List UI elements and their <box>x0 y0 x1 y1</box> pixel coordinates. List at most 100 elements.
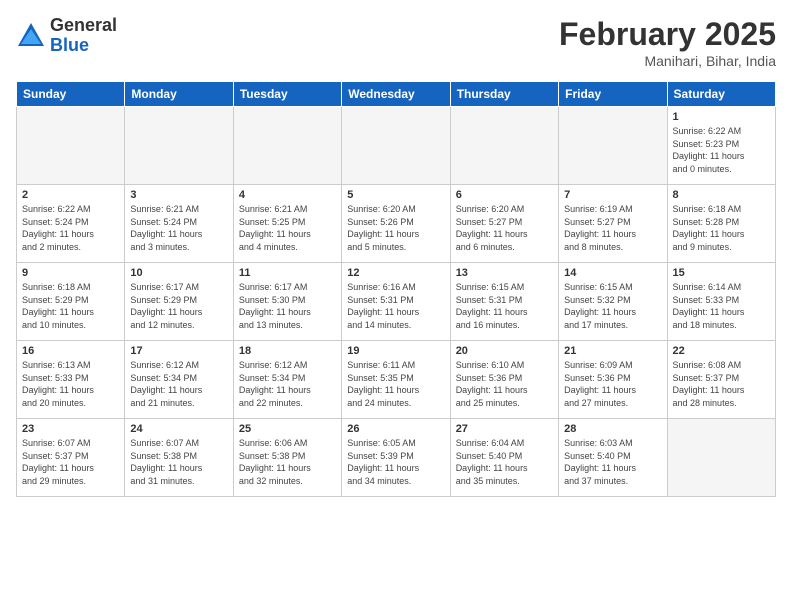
day-info: Sunrise: 6:21 AM Sunset: 5:24 PM Dayligh… <box>130 203 227 253</box>
table-row: 9 Sunrise: 6:18 AM Sunset: 5:29 PM Daylig… <box>17 263 125 341</box>
day-info: Sunrise: 6:16 AM Sunset: 5:31 PM Dayligh… <box>347 281 444 331</box>
logo: General Blue <box>16 16 117 56</box>
header-monday: Monday <box>125 82 233 107</box>
day-info: Sunrise: 6:12 AM Sunset: 5:34 PM Dayligh… <box>239 359 336 409</box>
day-info: Sunrise: 6:22 AM Sunset: 5:23 PM Dayligh… <box>673 125 770 175</box>
table-row <box>17 107 125 185</box>
day-number: 2 <box>22 189 119 201</box>
day-info: Sunrise: 6:18 AM Sunset: 5:29 PM Dayligh… <box>22 281 119 331</box>
day-number: 9 <box>22 267 119 279</box>
day-number: 25 <box>239 423 336 435</box>
table-row: 27 Sunrise: 6:04 AM Sunset: 5:40 PM Dayli… <box>450 419 558 497</box>
day-number: 23 <box>22 423 119 435</box>
table-row: 2 Sunrise: 6:22 AM Sunset: 5:24 PM Daylig… <box>17 185 125 263</box>
table-row: 4 Sunrise: 6:21 AM Sunset: 5:25 PM Daylig… <box>233 185 341 263</box>
calendar-week-row: 16 Sunrise: 6:13 AM Sunset: 5:33 PM Dayli… <box>17 341 776 419</box>
logo-icon <box>16 21 46 51</box>
day-info: Sunrise: 6:22 AM Sunset: 5:24 PM Dayligh… <box>22 203 119 253</box>
day-number: 16 <box>22 345 119 357</box>
table-row: 15Sunrise: 6:14 AM Sunset: 5:33 PM Dayli… <box>667 263 775 341</box>
day-info: Sunrise: 6:19 AM Sunset: 5:27 PM Dayligh… <box>564 203 661 253</box>
day-number: 27 <box>456 423 553 435</box>
table-row: 21 Sunrise: 6:09 AM Sunset: 5:36 PM Dayli… <box>559 341 667 419</box>
header-saturday: Saturday <box>667 82 775 107</box>
table-row: 5 Sunrise: 6:20 AM Sunset: 5:26 PM Daylig… <box>342 185 450 263</box>
day-number: 10 <box>130 267 227 279</box>
month-title: February 2025 <box>559 16 776 53</box>
calendar-page: General Blue February 2025 Manihari, Bih… <box>0 0 792 612</box>
day-number: 19 <box>347 345 444 357</box>
table-row: 28 Sunrise: 6:03 AM Sunset: 5:40 PM Dayli… <box>559 419 667 497</box>
table-row: 25 Sunrise: 6:06 AM Sunset: 5:38 PM Dayli… <box>233 419 341 497</box>
table-row: 16 Sunrise: 6:13 AM Sunset: 5:33 PM Dayli… <box>17 341 125 419</box>
table-row: 24 Sunrise: 6:07 AM Sunset: 5:38 PM Dayli… <box>125 419 233 497</box>
calendar-week-row: 1 Sunrise: 6:22 AM Sunset: 5:23 PM Daylig… <box>17 107 776 185</box>
day-info: Sunrise: 6:15 AM Sunset: 5:32 PM Dayligh… <box>564 281 661 331</box>
calendar-week-row: 23 Sunrise: 6:07 AM Sunset: 5:37 PM Dayli… <box>17 419 776 497</box>
day-number: 3 <box>130 189 227 201</box>
day-info: Sunrise: 6:17 AM Sunset: 5:30 PM Dayligh… <box>239 281 336 331</box>
day-number: 14 <box>564 267 661 279</box>
table-row: 6Sunrise: 6:20 AM Sunset: 5:27 PM Daylig… <box>450 185 558 263</box>
day-number: 15 <box>673 267 770 279</box>
title-block: February 2025 Manihari, Bihar, India <box>559 16 776 69</box>
day-info: Sunrise: 6:08 AM Sunset: 5:37 PM Dayligh… <box>673 359 770 409</box>
day-number: 24 <box>130 423 227 435</box>
table-row: 20 Sunrise: 6:10 AM Sunset: 5:36 PM Dayli… <box>450 341 558 419</box>
table-row: 7 Sunrise: 6:19 AM Sunset: 5:27 PM Daylig… <box>559 185 667 263</box>
location: Manihari, Bihar, India <box>559 53 776 69</box>
day-info: Sunrise: 6:12 AM Sunset: 5:34 PM Dayligh… <box>130 359 227 409</box>
day-number: 18 <box>239 345 336 357</box>
table-row <box>342 107 450 185</box>
day-number: 8 <box>673 189 770 201</box>
day-info: Sunrise: 6:04 AM Sunset: 5:40 PM Dayligh… <box>456 437 553 487</box>
day-info: Sunrise: 6:06 AM Sunset: 5:38 PM Dayligh… <box>239 437 336 487</box>
table-row <box>125 107 233 185</box>
logo-general: General <box>50 16 117 36</box>
table-row: 14 Sunrise: 6:15 AM Sunset: 5:32 PM Dayli… <box>559 263 667 341</box>
day-info: Sunrise: 6:17 AM Sunset: 5:29 PM Dayligh… <box>130 281 227 331</box>
day-info: Sunrise: 6:10 AM Sunset: 5:36 PM Dayligh… <box>456 359 553 409</box>
header-thursday: Thursday <box>450 82 558 107</box>
day-info: Sunrise: 6:03 AM Sunset: 5:40 PM Dayligh… <box>564 437 661 487</box>
logo-blue: Blue <box>50 36 117 56</box>
header-tuesday: Tuesday <box>233 82 341 107</box>
table-row: 10 Sunrise: 6:17 AM Sunset: 5:29 PM Dayli… <box>125 263 233 341</box>
day-info: Sunrise: 6:11 AM Sunset: 5:35 PM Dayligh… <box>347 359 444 409</box>
day-number: 12 <box>347 267 444 279</box>
day-info: Sunrise: 6:15 AM Sunset: 5:31 PM Dayligh… <box>456 281 553 331</box>
calendar-week-row: 9 Sunrise: 6:18 AM Sunset: 5:29 PM Daylig… <box>17 263 776 341</box>
header-friday: Friday <box>559 82 667 107</box>
day-info: Sunrise: 6:21 AM Sunset: 5:25 PM Dayligh… <box>239 203 336 253</box>
day-number: 4 <box>239 189 336 201</box>
day-number: 1 <box>673 111 770 123</box>
day-info: Sunrise: 6:13 AM Sunset: 5:33 PM Dayligh… <box>22 359 119 409</box>
day-number: 17 <box>130 345 227 357</box>
day-info: Sunrise: 6:09 AM Sunset: 5:36 PM Dayligh… <box>564 359 661 409</box>
table-row: 3 Sunrise: 6:21 AM Sunset: 5:24 PM Daylig… <box>125 185 233 263</box>
header-wednesday: Wednesday <box>342 82 450 107</box>
calendar-table: Sunday Monday Tuesday Wednesday Thursday… <box>16 81 776 497</box>
day-info: Sunrise: 6:07 AM Sunset: 5:38 PM Dayligh… <box>130 437 227 487</box>
day-info: Sunrise: 6:05 AM Sunset: 5:39 PM Dayligh… <box>347 437 444 487</box>
day-number: 20 <box>456 345 553 357</box>
day-number: 5 <box>347 189 444 201</box>
table-row: 17 Sunrise: 6:12 AM Sunset: 5:34 PM Dayli… <box>125 341 233 419</box>
table-row <box>667 419 775 497</box>
day-info: Sunrise: 6:20 AM Sunset: 5:26 PM Dayligh… <box>347 203 444 253</box>
day-info: Sunrise: 6:20 AM Sunset: 5:27 PM Dayligh… <box>456 203 553 253</box>
page-header: General Blue February 2025 Manihari, Bih… <box>16 16 776 69</box>
table-row: 23 Sunrise: 6:07 AM Sunset: 5:37 PM Dayli… <box>17 419 125 497</box>
table-row: 11Sunrise: 6:17 AM Sunset: 5:30 PM Dayli… <box>233 263 341 341</box>
logo-text: General Blue <box>50 16 117 56</box>
day-number: 21 <box>564 345 661 357</box>
day-number: 13 <box>456 267 553 279</box>
table-row: 1 Sunrise: 6:22 AM Sunset: 5:23 PM Daylig… <box>667 107 775 185</box>
table-row <box>233 107 341 185</box>
day-number: 7 <box>564 189 661 201</box>
table-row: 26Sunrise: 6:05 AM Sunset: 5:39 PM Dayli… <box>342 419 450 497</box>
table-row: 8Sunrise: 6:18 AM Sunset: 5:28 PM Daylig… <box>667 185 775 263</box>
table-row <box>450 107 558 185</box>
day-info: Sunrise: 6:07 AM Sunset: 5:37 PM Dayligh… <box>22 437 119 487</box>
day-number: 28 <box>564 423 661 435</box>
